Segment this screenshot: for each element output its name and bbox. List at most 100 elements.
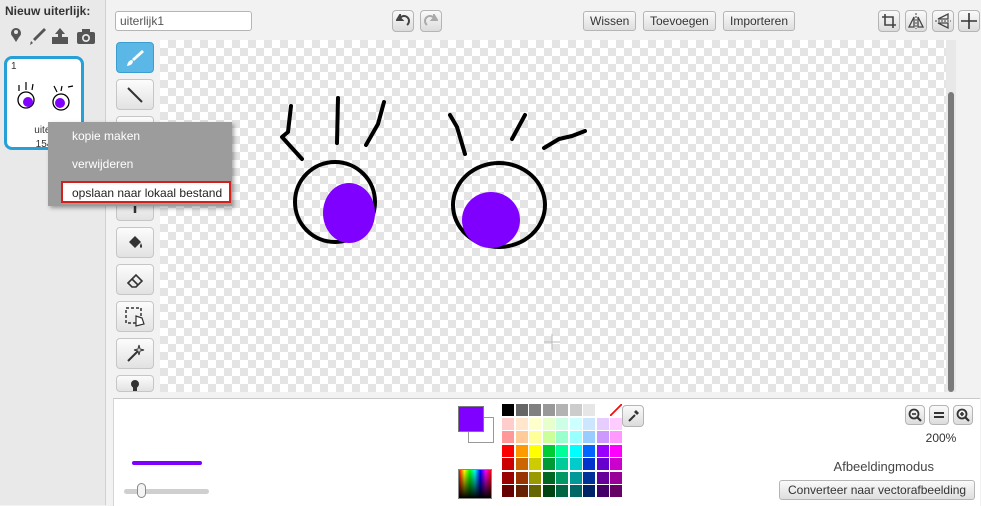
palette-swatch[interactable]	[596, 485, 609, 497]
palette-swatch[interactable]	[556, 485, 568, 497]
palette-swatch[interactable]	[515, 444, 528, 457]
palette-swatch[interactable]	[596, 431, 609, 443]
fill-tool[interactable]	[116, 227, 154, 258]
palette-swatch[interactable]	[529, 485, 541, 497]
palette-swatch[interactable]	[502, 404, 514, 416]
zoom-out-button[interactable]	[905, 405, 925, 425]
palette-swatch[interactable]	[529, 417, 541, 430]
palette-swatch[interactable]	[596, 444, 609, 457]
palette-swatch[interactable]	[529, 431, 541, 443]
palette-swatch[interactable]	[569, 458, 582, 470]
palette-swatch[interactable]	[542, 444, 555, 457]
palette-swatch[interactable]	[515, 471, 528, 484]
palette-swatch[interactable]	[610, 485, 622, 497]
eyedropper-button[interactable]	[622, 405, 644, 427]
color-picker-gradient[interactable]	[458, 469, 492, 499]
palette-swatch[interactable]	[556, 431, 568, 443]
palette-swatch[interactable]	[556, 417, 568, 430]
palette-swatch[interactable]	[515, 485, 528, 497]
palette-swatch-transparent[interactable]	[610, 404, 622, 416]
palette-swatch[interactable]	[502, 444, 514, 457]
set-center-button[interactable]	[958, 10, 980, 32]
palette-swatch[interactable]	[529, 444, 541, 457]
palette-swatch[interactable]	[610, 471, 622, 484]
zoom-reset-button[interactable]	[929, 405, 949, 425]
palette-swatch[interactable]	[610, 444, 622, 457]
eraser-tool[interactable]	[116, 264, 154, 295]
palette-swatch[interactable]	[556, 404, 568, 416]
zoom-in-button[interactable]	[953, 405, 973, 425]
stamp-tool[interactable]	[116, 375, 154, 392]
flip-horizontal-button[interactable]	[905, 10, 927, 32]
palette-swatch[interactable]	[542, 471, 555, 484]
palette-swatch[interactable]	[569, 431, 582, 443]
palette-swatch[interactable]	[556, 458, 568, 470]
palette-swatch[interactable]	[583, 431, 595, 443]
import-button[interactable]: Importeren	[723, 11, 796, 31]
magic-wand-tool[interactable]	[116, 338, 154, 369]
menu-item-duplicate[interactable]: kopie maken	[48, 122, 232, 150]
pen-width-slider-knob[interactable]	[137, 483, 146, 498]
select-tool[interactable]	[116, 301, 154, 332]
palette-swatch[interactable]	[596, 417, 609, 430]
palette-swatch[interactable]	[596, 471, 609, 484]
scrollbar-thumb[interactable]	[948, 92, 954, 392]
brush-tool[interactable]	[116, 42, 154, 73]
palette-swatch[interactable]	[610, 458, 622, 470]
palette-swatch[interactable]	[610, 431, 622, 443]
palette-swatch[interactable]	[583, 471, 595, 484]
convert-to-vector-button[interactable]: Converteer naar vectorafbeelding	[779, 480, 976, 500]
palette-swatch[interactable]	[515, 417, 528, 430]
upload-icon[interactable]	[50, 26, 70, 46]
palette-swatch[interactable]	[569, 485, 582, 497]
palette-swatch[interactable]	[610, 417, 622, 430]
menu-item-delete[interactable]: verwijderen	[48, 150, 232, 178]
palette-swatch[interactable]	[502, 458, 514, 470]
palette-swatch[interactable]	[542, 458, 555, 470]
palette-swatch[interactable]	[583, 458, 595, 470]
palette-swatch[interactable]	[596, 458, 609, 470]
canvas-vertical-scrollbar[interactable]	[946, 40, 956, 392]
palette-swatch[interactable]	[529, 471, 541, 484]
palette-swatch[interactable]	[556, 444, 568, 457]
palette-swatch[interactable]	[529, 458, 541, 470]
primary-color-swatch[interactable]	[458, 406, 484, 432]
palette-swatch[interactable]	[583, 485, 595, 497]
crop-button[interactable]	[878, 10, 900, 32]
palette-swatch[interactable]	[569, 404, 582, 416]
palette-swatch[interactable]	[569, 444, 582, 457]
costume-name-input[interactable]	[115, 11, 252, 31]
palette-swatch[interactable]	[542, 417, 555, 430]
palette-swatch[interactable]	[583, 444, 595, 457]
palette-swatch[interactable]	[569, 471, 582, 484]
flip-vertical-button[interactable]	[932, 10, 954, 32]
new-costume-label: Nieuw uiterlijk:	[5, 4, 91, 18]
paint-brush-icon[interactable]	[28, 26, 48, 46]
sprite-library-icon[interactable]	[6, 26, 26, 46]
palette-swatch[interactable]	[569, 417, 582, 430]
palette-swatch[interactable]	[556, 471, 568, 484]
palette-swatch[interactable]	[502, 485, 514, 497]
palette-swatch[interactable]	[542, 404, 555, 416]
clear-button[interactable]: Wissen	[583, 11, 637, 31]
palette-swatch[interactable]	[515, 458, 528, 470]
add-button[interactable]: Toevoegen	[643, 11, 716, 31]
palette-swatch[interactable]	[515, 404, 528, 416]
palette-swatch[interactable]	[502, 417, 514, 430]
palette-swatch[interactable]	[515, 431, 528, 443]
palette-swatch[interactable]	[529, 404, 541, 416]
palette-swatch[interactable]	[502, 431, 514, 443]
line-tool[interactable]	[116, 79, 154, 110]
drawing-canvas[interactable]	[160, 40, 956, 392]
palette-swatch[interactable]	[583, 417, 595, 430]
redo-button[interactable]	[420, 10, 442, 32]
undo-button[interactable]	[392, 10, 414, 32]
palette-swatch[interactable]	[542, 485, 555, 497]
palette-swatch[interactable]	[542, 431, 555, 443]
palette-swatch[interactable]	[596, 404, 609, 416]
camera-icon[interactable]	[76, 26, 96, 46]
palette-swatch[interactable]	[583, 404, 595, 416]
left-eyelashes	[280, 96, 386, 161]
menu-item-save-local[interactable]: opslaan naar lokaal bestand	[61, 181, 231, 203]
palette-swatch[interactable]	[502, 471, 514, 484]
